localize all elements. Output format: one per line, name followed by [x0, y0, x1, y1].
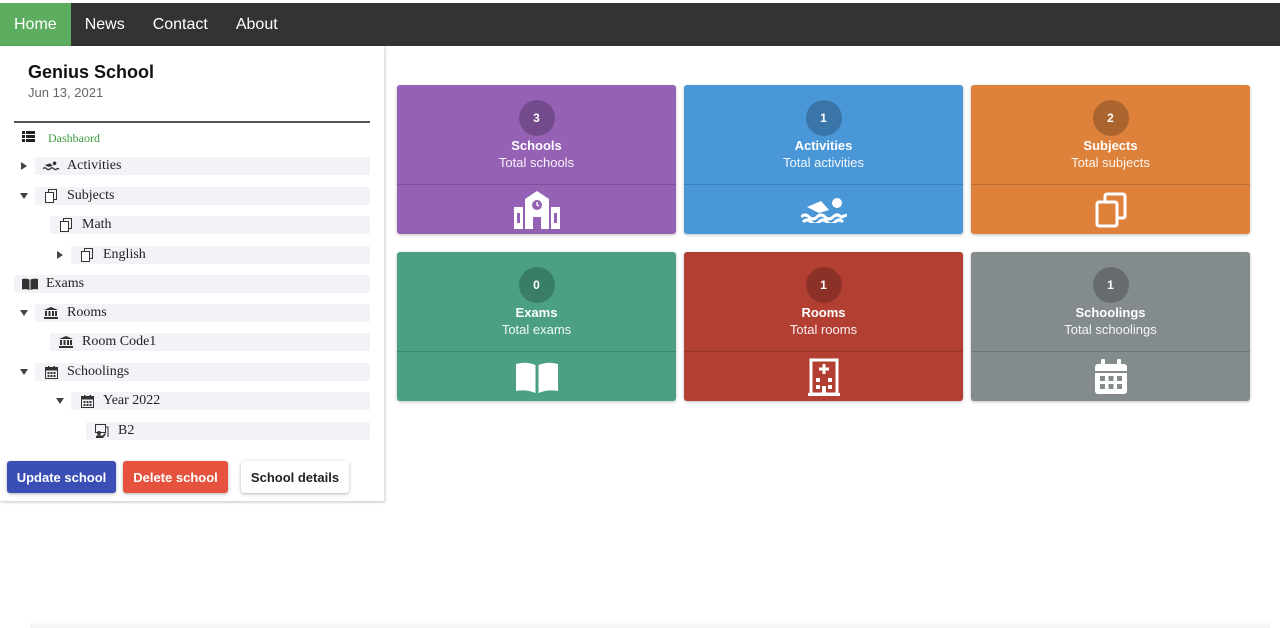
landmark-icon [43, 306, 59, 320]
nav-home[interactable]: Home [0, 3, 71, 46]
copy-icon [58, 218, 74, 232]
tree-item-label: Schoolings [67, 364, 130, 379]
card-title: Rooms [801, 305, 846, 320]
count-badge: 1 [805, 100, 842, 136]
count-badge: 2 [1092, 100, 1129, 136]
card-schoolings[interactable]: 1 Schoolings Total schoolings [971, 252, 1250, 401]
tree-item-label: Room Code1 [82, 334, 157, 349]
divider [684, 351, 963, 352]
count-badge: 3 [518, 100, 555, 136]
school-icon [513, 190, 561, 230]
nav-news[interactable]: News [71, 3, 139, 46]
tree-item-label: Math [82, 217, 112, 232]
card-subtitle: Total rooms [789, 322, 858, 337]
school-name: Genius School [28, 62, 155, 82]
copy-icon [43, 189, 59, 203]
card-subtitle: Total subjects [1071, 155, 1150, 170]
divider [971, 184, 1250, 185]
card-title: Schoolings [1075, 305, 1146, 320]
caret-down-icon[interactable] [18, 307, 30, 319]
nav-contact[interactable]: Contact [139, 3, 222, 46]
card-exams[interactable]: 0 Exams Total exams [397, 252, 676, 401]
calendar-icon [79, 394, 95, 408]
swimmer-icon [43, 159, 59, 173]
calendar-icon [43, 365, 59, 379]
book-open-icon [513, 357, 561, 397]
caret-right-icon[interactable] [54, 249, 66, 261]
hospital-icon [800, 357, 848, 397]
calendar-icon [1087, 357, 1135, 397]
update-school-button[interactable]: Update school [7, 461, 116, 493]
school-date: Jun 13, 2021 [28, 85, 104, 100]
caret-down-icon[interactable] [18, 190, 30, 202]
count-badge: 1 [1092, 267, 1129, 303]
school-panel: Genius School Jun 13, 2021 Dashbaord Act… [0, 46, 385, 501]
card-title: Schools [511, 138, 562, 153]
top-navbar: Home News Contact About [0, 3, 1280, 46]
card-subtitle: Total exams [501, 322, 572, 337]
copy-icon [79, 248, 95, 262]
chalkboard-teacher-icon [94, 424, 110, 438]
swimmer-icon [800, 190, 848, 230]
tree-item-label: Subjects [67, 188, 115, 203]
divider [684, 184, 963, 185]
tree-item-label: B2 [118, 423, 135, 438]
tree-item-label: Rooms [67, 305, 107, 320]
card-title: Subjects [1083, 138, 1138, 153]
tree-item-label: Exams [46, 276, 85, 291]
tree-item-label: Activities [67, 158, 122, 173]
divider [397, 184, 676, 185]
school-details-button[interactable]: School details [241, 461, 349, 493]
divider [397, 351, 676, 352]
footer-shadow [30, 621, 1270, 628]
caret-down-icon[interactable] [18, 366, 30, 378]
copy-icon [1087, 190, 1135, 230]
card-title: Activities [794, 138, 853, 153]
tree-item-label: Year 2022 [103, 393, 161, 408]
card-subtitle: Total schoolings [1064, 322, 1157, 337]
caret-down-icon[interactable] [54, 395, 66, 407]
tree-item-dashboard[interactable]: Dashbaord [22, 129, 100, 147]
tree-item-label: Dashbaord [48, 130, 100, 145]
delete-school-button[interactable]: Delete school [123, 461, 228, 493]
card-subtitle: Total schools [498, 155, 575, 170]
card-activities[interactable]: 1 Activities Total activities [684, 85, 963, 234]
nav-about[interactable]: About [222, 3, 292, 46]
card-title: Exams [515, 305, 558, 320]
card-rooms[interactable]: 1 Rooms Total rooms [684, 252, 963, 401]
count-badge: 0 [518, 267, 555, 303]
list-icon [22, 129, 35, 147]
divider [971, 351, 1250, 352]
card-subtitle: Total activities [783, 155, 864, 170]
divider [14, 121, 370, 123]
book-open-icon [22, 277, 38, 291]
card-schools[interactable]: 3 Schools Total schools [397, 85, 676, 234]
card-subjects[interactable]: 2 Subjects Total subjects [971, 85, 1250, 234]
count-badge: 1 [805, 267, 842, 303]
caret-right-icon[interactable] [18, 160, 30, 172]
tree-item-label: English [103, 247, 146, 262]
landmark-icon [58, 335, 74, 349]
